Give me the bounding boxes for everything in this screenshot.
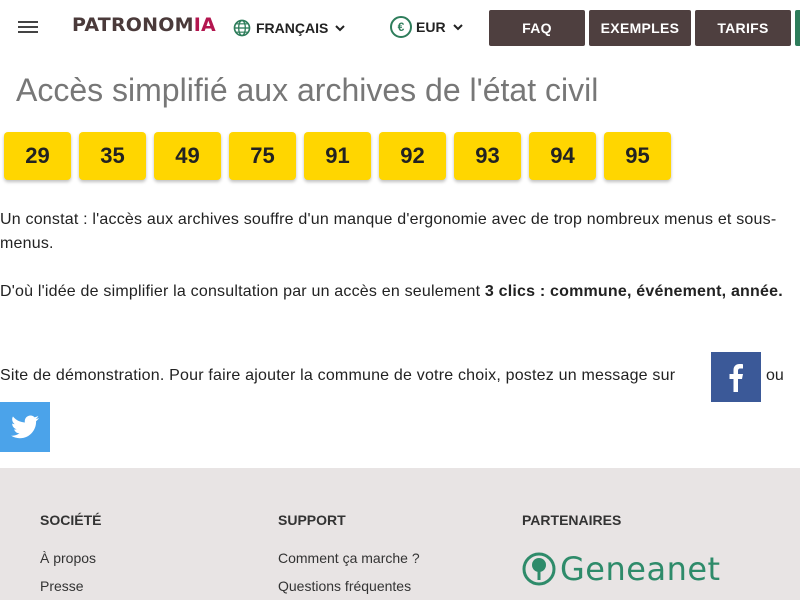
faq-button[interactable]: FAQ bbox=[489, 10, 585, 46]
footer-link-faq[interactable]: Questions fréquentes bbox=[278, 578, 420, 594]
department-button-92[interactable]: 92 bbox=[379, 132, 446, 180]
patronomia-logo[interactable]: PATRONOMIA bbox=[72, 14, 216, 36]
department-button-95[interactable]: 95 bbox=[604, 132, 671, 180]
page-title: Accès simplifié aux archives de l'état c… bbox=[16, 72, 599, 108]
geneanet-logo[interactable]: Geneanet bbox=[522, 550, 721, 588]
department-button-75[interactable]: 75 bbox=[229, 132, 296, 180]
idea-paragraph: D'où l'idée de simplifier la consultatio… bbox=[0, 280, 790, 304]
facebook-link[interactable] bbox=[711, 352, 761, 402]
footer-link-about[interactable]: À propos bbox=[40, 550, 101, 566]
footer-heading-company: SOCIÉTÉ bbox=[40, 512, 102, 528]
department-button-94[interactable]: 94 bbox=[529, 132, 596, 180]
footer-heading-support: SUPPORT bbox=[278, 512, 346, 528]
footer-link-press[interactable]: Presse bbox=[40, 578, 101, 594]
twitter-icon bbox=[11, 415, 39, 439]
footer-column-support: SUPPORT Comment ça marche ? Questions fr… bbox=[278, 512, 420, 600]
globe-icon bbox=[233, 19, 251, 37]
tree-icon bbox=[522, 552, 556, 586]
idea-text: D'où l'idée de simplifier la consultatio… bbox=[0, 283, 485, 300]
top-header: PATRONOMIA FRANÇAIS € EUR FAQ EXEMPLES T… bbox=[0, 0, 800, 56]
department-button-29[interactable]: 29 bbox=[4, 132, 71, 180]
idea-highlight: 3 clics : commune, événement, année. bbox=[484, 283, 783, 300]
twitter-link[interactable] bbox=[0, 402, 50, 452]
logo-text: PATRONOM bbox=[72, 14, 194, 36]
currency-selector[interactable]: € EUR bbox=[390, 16, 466, 38]
extra-nav-button[interactable] bbox=[795, 10, 800, 46]
facebook-icon bbox=[729, 364, 743, 392]
footer: SOCIÉTÉ À propos Presse SUPPORT Comment … bbox=[0, 468, 800, 600]
department-button-49[interactable]: 49 bbox=[154, 132, 221, 180]
examples-button[interactable]: EXEMPLES bbox=[589, 10, 691, 46]
department-button-35[interactable]: 35 bbox=[79, 132, 146, 180]
department-button-91[interactable]: 91 bbox=[304, 132, 371, 180]
geneanet-text: Geneanet bbox=[560, 550, 721, 588]
footer-column-company: SOCIÉTÉ À propos Presse bbox=[40, 512, 101, 600]
department-button-93[interactable]: 93 bbox=[454, 132, 521, 180]
pricing-button[interactable]: TARIFS bbox=[695, 10, 791, 46]
chevron-down-icon bbox=[335, 25, 346, 32]
language-selector[interactable]: FRANÇAIS bbox=[232, 18, 348, 38]
intro-paragraph: Un constat : l'accès aux archives souffr… bbox=[0, 211, 777, 252]
chevron-down-icon bbox=[452, 24, 463, 31]
or-text: ou bbox=[766, 367, 784, 384]
footer-link-how-it-works[interactable]: Comment ça marche ? bbox=[278, 550, 420, 566]
language-label: FRANÇAIS bbox=[256, 20, 329, 36]
logo-accent: IA bbox=[193, 14, 216, 36]
footer-column-partners: PARTENAIRES Geneanet bbox=[522, 512, 721, 588]
footer-heading-partners: PARTENAIRES bbox=[522, 512, 622, 528]
currency-label: EUR bbox=[416, 19, 446, 35]
department-list: 29 35 49 75 91 92 93 94 95 bbox=[4, 132, 671, 180]
euro-icon: € bbox=[390, 16, 412, 38]
menu-icon[interactable] bbox=[16, 18, 40, 38]
demo-paragraph: Site de démonstration. Pour faire ajoute… bbox=[0, 367, 676, 384]
